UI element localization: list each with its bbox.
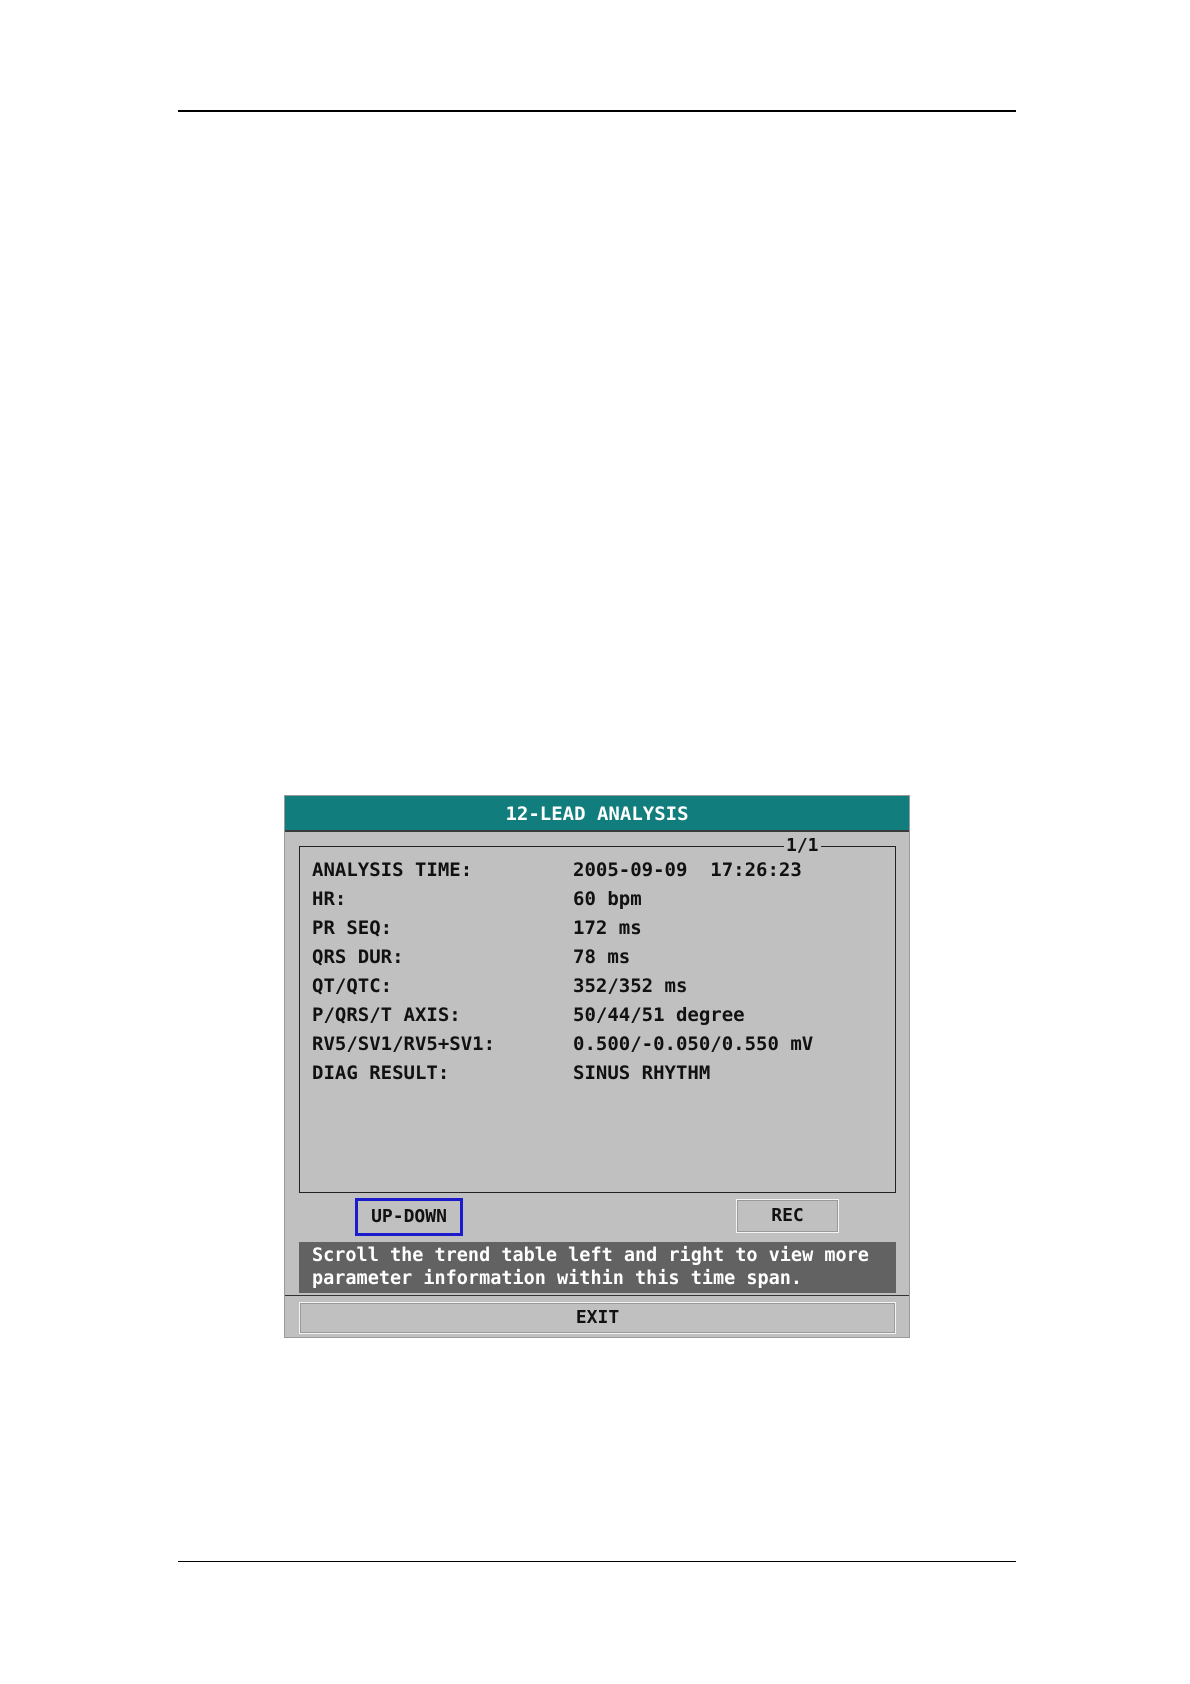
row-label: RV5/SV1/RV5+SV1:	[312, 1033, 496, 1055]
row-rv5-sv1: RV5/SV1/RV5+SV1: 0.500/-0.050/0.550 mV	[312, 1033, 813, 1061]
up-down-button[interactable]: UP-DOWN	[355, 1198, 463, 1236]
row-label: HR:	[312, 888, 347, 910]
row-value: 2005-09-09 17:26:23	[573, 859, 802, 881]
row-qrs-dur: QRS DUR: 78 ms	[312, 946, 630, 974]
row-label: DIAG RESULT:	[312, 1062, 450, 1084]
row-pr-seq: PR SEQ: 172 ms	[312, 917, 642, 945]
row-value: 60 bpm	[573, 888, 642, 910]
exit-button[interactable]: EXIT	[299, 1302, 896, 1334]
help-line: Scroll the trend table left and right to…	[312, 1245, 869, 1266]
window-title: 12-LEAD ANALYSIS	[285, 796, 909, 832]
help-text-box: Scroll the trend table left and right to…	[299, 1242, 896, 1293]
row-value: 172 ms	[573, 917, 642, 939]
header-rule	[178, 110, 1016, 112]
row-axis: P/QRS/T AXIS: 50/44/51 degree	[312, 1004, 745, 1032]
twelve-lead-analysis-window: 12-LEAD ANALYSIS 1/1 ANALYSIS TIME: 2005…	[284, 795, 910, 1338]
row-value: 352/352 ms	[573, 975, 688, 997]
row-hr: HR: 60 bpm	[312, 888, 642, 916]
row-value: 78 ms	[573, 946, 631, 968]
divider	[285, 1295, 909, 1296]
row-value: 0.500/-0.050/0.550 mV	[573, 1033, 814, 1055]
row-label: ANALYSIS TIME:	[312, 859, 473, 881]
help-line: parameter information within this time s…	[312, 1268, 803, 1289]
row-label: QRS DUR:	[312, 946, 404, 968]
row-value: 50/44/51 degree	[573, 1004, 745, 1026]
page-indicator: 1/1	[784, 835, 821, 856]
row-value: SINUS RHYTHM	[573, 1062, 711, 1084]
row-qt-qtc: QT/QTC: 352/352 ms	[312, 975, 687, 1003]
row-diag-result: DIAG RESULT: SINUS RHYTHM	[312, 1062, 710, 1090]
row-label: P/QRS/T AXIS:	[312, 1004, 461, 1026]
row-analysis-time: ANALYSIS TIME: 2005-09-09 17:26:23	[312, 859, 802, 887]
rec-button[interactable]: REC	[736, 1199, 839, 1233]
row-label: QT/QTC:	[312, 975, 393, 997]
analysis-results-panel: 1/1 ANALYSIS TIME: 2005-09-09 17:26:23 H…	[299, 836, 896, 1193]
row-label: PR SEQ:	[312, 917, 393, 939]
footer-rule	[178, 1561, 1016, 1562]
